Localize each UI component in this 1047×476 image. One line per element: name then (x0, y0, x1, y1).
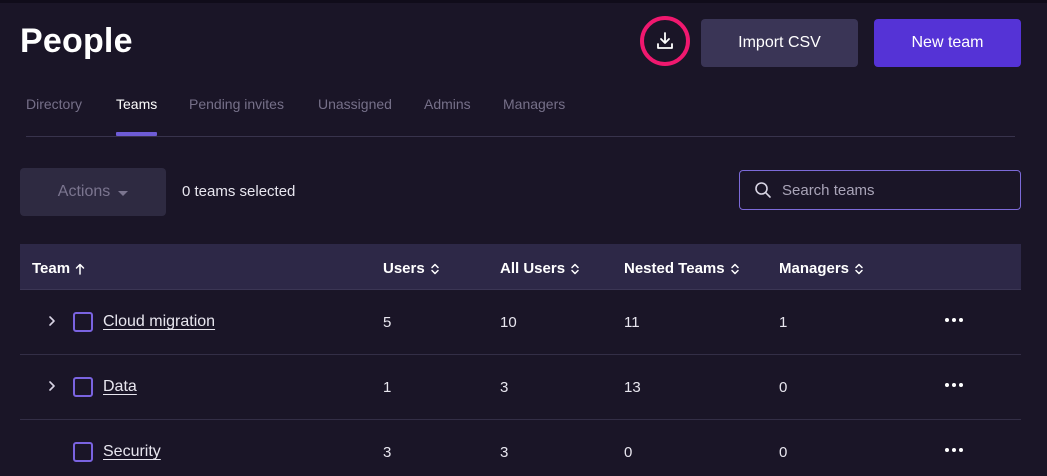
nested-teams-cell: 11 (624, 314, 640, 331)
all-users-cell: 10 (500, 314, 517, 331)
column-header-users[interactable]: Users (383, 260, 440, 277)
tab-unassigned[interactable]: Unassigned (318, 96, 392, 112)
row-checkbox[interactable] (73, 312, 93, 332)
more-options-icon[interactable] (942, 312, 966, 328)
tabs-divider (26, 136, 1015, 137)
chevron-right-icon[interactable] (46, 379, 58, 393)
sort-icon (855, 263, 863, 274)
table-row: Cloud migration 5 10 11 1 (20, 290, 1021, 355)
table-row: Data 1 3 13 0 (20, 355, 1021, 420)
column-label: All Users (500, 260, 566, 277)
all-users-cell: 3 (500, 444, 509, 461)
chevron-right-icon[interactable] (46, 314, 58, 328)
column-header-all-users[interactable]: All Users (500, 260, 580, 277)
column-header-nested-teams[interactable]: Nested Teams (624, 260, 740, 277)
sort-icon (571, 263, 579, 274)
tab-directory[interactable]: Directory (26, 96, 82, 112)
search-input[interactable] (782, 181, 1012, 199)
managers-cell: 0 (779, 379, 788, 396)
row-checkbox[interactable] (73, 442, 93, 462)
column-label: Nested Teams (624, 260, 725, 277)
managers-cell: 1 (779, 314, 788, 331)
sort-icon (430, 263, 439, 274)
column-label: Users (383, 260, 425, 277)
search-box (739, 170, 1021, 210)
tab-teams[interactable]: Teams (116, 96, 157, 112)
column-header-managers[interactable]: Managers (779, 260, 864, 277)
managers-cell: 0 (779, 444, 788, 461)
team-name-link[interactable]: Cloud migration (103, 313, 215, 331)
column-label: Managers (779, 260, 850, 277)
download-button[interactable] (640, 16, 690, 66)
selected-count: 0 teams selected (182, 183, 296, 200)
users-cell: 3 (383, 444, 392, 461)
new-team-button[interactable]: New team (874, 19, 1021, 67)
row-checkbox[interactable] (73, 377, 93, 397)
actions-dropdown[interactable]: Actions (20, 168, 166, 216)
all-users-cell: 3 (500, 379, 509, 396)
nested-teams-cell: 13 (624, 379, 641, 396)
column-header-team[interactable]: Team (32, 260, 85, 277)
tab-managers[interactable]: Managers (503, 96, 565, 112)
more-options-icon[interactable] (942, 442, 966, 458)
column-label: Team (32, 260, 71, 277)
nested-teams-cell: 0 (624, 444, 633, 461)
page-title: People (20, 22, 133, 60)
caret-down-icon (118, 190, 129, 196)
tab-pending-invites[interactable]: Pending invites (189, 96, 284, 112)
more-options-icon[interactable] (942, 377, 966, 393)
top-edge (0, 0, 1047, 3)
table-header: Team Users All Users Nested Teams Manage… (20, 244, 1021, 290)
sort-ascending-icon (75, 263, 85, 275)
import-csv-button[interactable]: Import CSV (701, 19, 858, 67)
users-cell: 5 (383, 314, 392, 331)
table-row: Security 3 3 0 0 (20, 420, 1021, 476)
team-name-link[interactable]: Security (103, 443, 161, 461)
users-cell: 1 (383, 379, 392, 396)
actions-label: Actions (57, 183, 111, 200)
sort-icon (730, 263, 739, 274)
team-name-link[interactable]: Data (103, 378, 137, 396)
tab-admins[interactable]: Admins (424, 96, 471, 112)
search-icon (755, 182, 771, 198)
download-icon (657, 32, 673, 49)
